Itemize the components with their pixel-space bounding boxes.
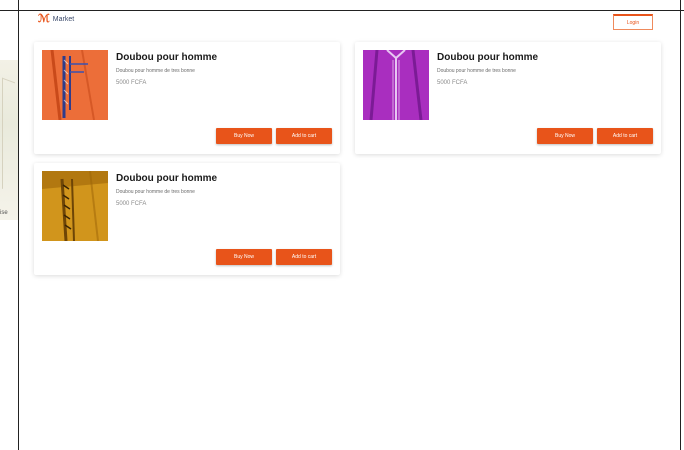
product-card: Doubou pour homme Doubou pour homme de t… [34, 163, 340, 275]
buy-now-button[interactable]: Buy Now [537, 128, 593, 144]
product-card: Doubou pour homme Doubou pour homme de t… [34, 42, 340, 154]
product-title[interactable]: Doubou pour homme [437, 52, 538, 63]
product-title[interactable]: Doubou pour homme [116, 52, 217, 63]
buy-now-button[interactable]: Buy Now [216, 249, 272, 265]
product-card: Doubou pour homme Doubou pour homme de t… [355, 42, 661, 154]
product-image[interactable] [42, 50, 108, 120]
product-price: 5000 FCFA [116, 80, 147, 86]
add-to-cart-button[interactable]: Add to cart [276, 249, 332, 265]
left-divider [18, 0, 19, 450]
logo[interactable]: ℳ Market [38, 14, 74, 25]
top-border [0, 10, 684, 11]
logo-text: Market [52, 16, 75, 23]
product-description: Doubou pour homme de tres bonne [116, 189, 195, 195]
map-label: ise [0, 210, 8, 216]
add-to-cart-button[interactable]: Add to cart [597, 128, 653, 144]
gold-garment-icon [42, 171, 108, 241]
purple-garment-icon [363, 50, 429, 120]
product-image[interactable] [42, 171, 108, 241]
product-description: Doubou pour homme de tres bonne [437, 68, 516, 74]
product-price: 5000 FCFA [116, 201, 147, 207]
product-title[interactable]: Doubou pour homme [116, 173, 217, 184]
product-description: Doubou pour homme de tres bonne [116, 68, 195, 74]
logo-icon: ℳ [38, 13, 50, 25]
map-thumbnail [0, 60, 18, 220]
add-to-cart-button[interactable]: Add to cart [276, 128, 332, 144]
login-button[interactable]: Login [613, 14, 653, 30]
orange-garment-icon [42, 50, 108, 120]
buy-now-button[interactable]: Buy Now [216, 128, 272, 144]
product-image[interactable] [363, 50, 429, 120]
right-divider [680, 0, 681, 450]
product-price: 5000 FCFA [437, 80, 468, 86]
